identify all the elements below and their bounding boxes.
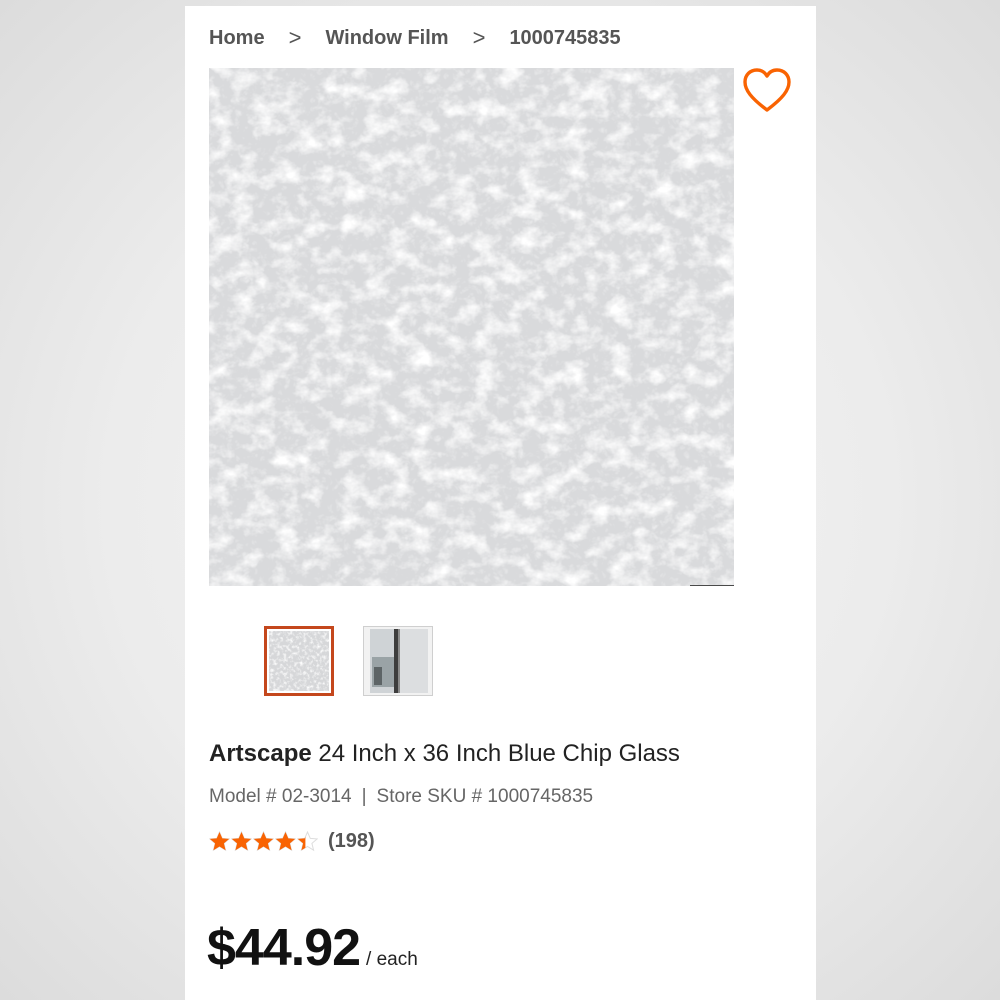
breadcrumb-separator-icon: >	[472, 25, 486, 50]
model-number: Model # 02-3014	[209, 786, 352, 807]
star-partial-icon	[297, 830, 318, 851]
meta-separator: |	[361, 786, 367, 807]
price-amount: $44.92	[207, 919, 361, 977]
rating-summary[interactable]: (198)	[209, 828, 375, 854]
thumbnail-selected[interactable]	[264, 626, 334, 696]
zoom-button[interactable]	[690, 585, 734, 586]
star-filled-icon	[209, 830, 230, 851]
breadcrumb: Home > Window Film > 1000745835	[209, 24, 621, 52]
heart-outline-icon[interactable]	[741, 66, 793, 116]
product-card: Home > Window Film > 1000745835 Artscape…	[185, 6, 816, 1000]
price: $44.92 / each	[207, 918, 418, 978]
thumbnail-room-view[interactable]	[363, 626, 433, 696]
breadcrumb-current-item: 1000745835	[509, 26, 621, 49]
product-name: 24 Inch x 36 Inch Blue Chip Glass	[318, 740, 680, 767]
store-sku: Store SKU # 1000745835	[376, 786, 594, 807]
product-identifiers: Model # 02-3014 | Store SKU # 1000745835	[209, 786, 593, 808]
breadcrumb-separator-icon: >	[288, 25, 302, 50]
breadcrumb-window-film[interactable]: Window Film	[325, 27, 448, 50]
product-title: Artscape 24 Inch x 36 Inch Blue Chip Gla…	[209, 740, 680, 768]
price-unit: / each	[366, 949, 418, 970]
star-filled-icon	[275, 830, 296, 851]
star-filled-icon	[231, 830, 252, 851]
star-filled-icon	[253, 830, 274, 851]
product-main-image[interactable]	[209, 68, 734, 586]
star-rating	[209, 830, 319, 852]
review-count[interactable]: (198)	[328, 830, 375, 853]
breadcrumb-home[interactable]: Home	[209, 27, 265, 50]
product-brand[interactable]: Artscape	[209, 740, 312, 767]
